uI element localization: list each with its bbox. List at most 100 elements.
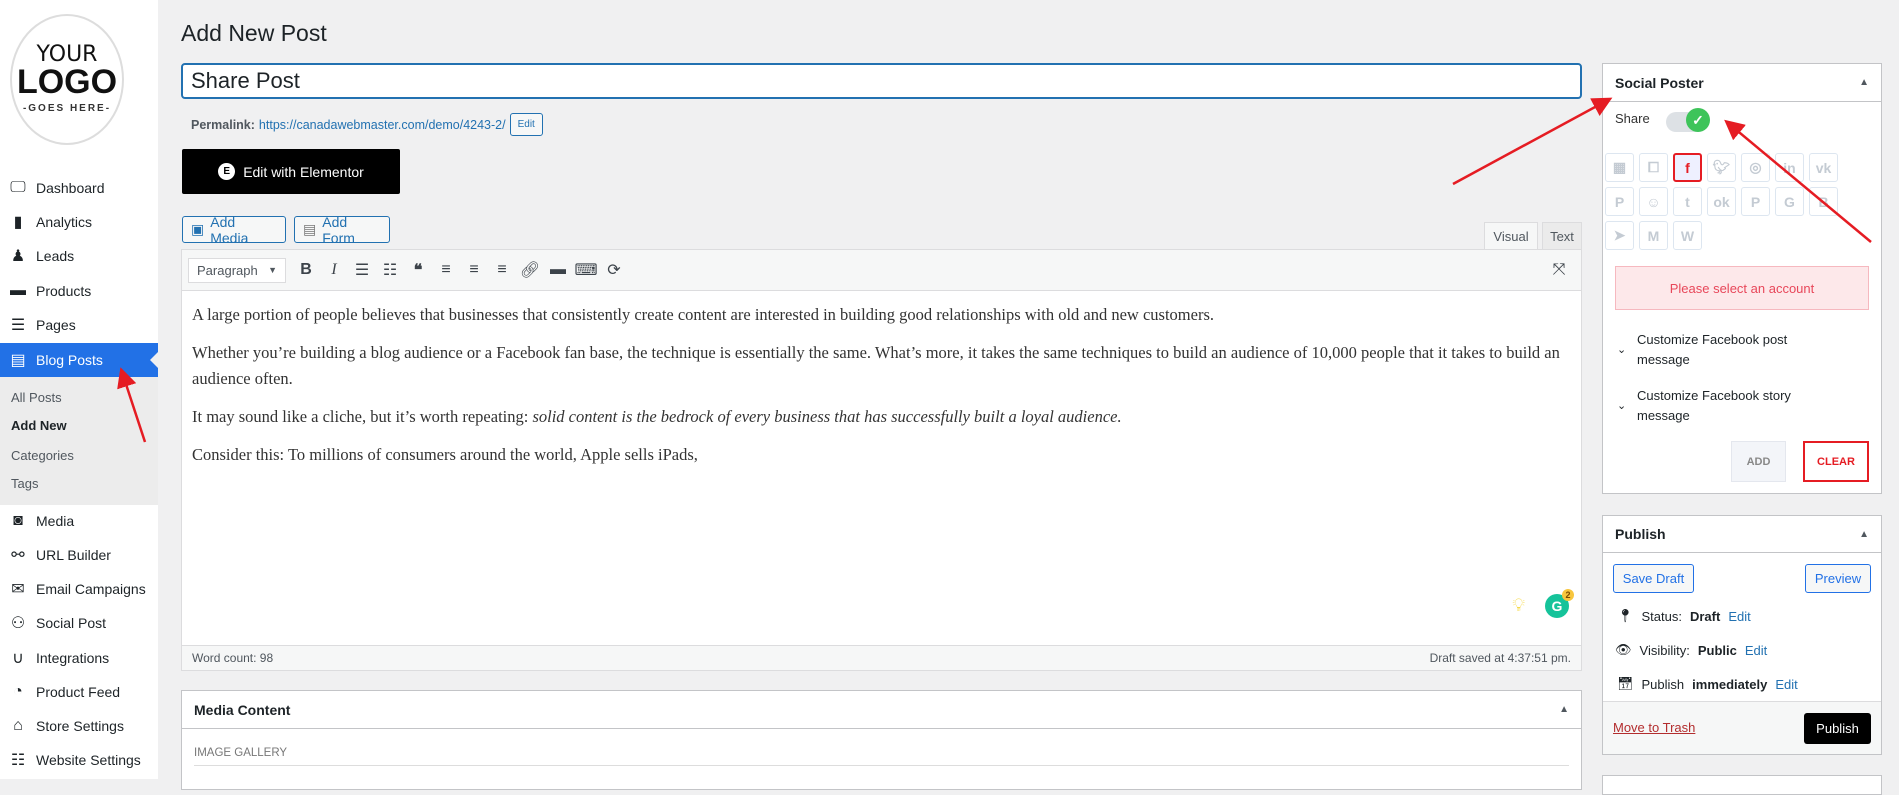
status-edit-link[interactable]: Edit [1728,609,1750,624]
twitter-icon[interactable]: 🐦︎ [1707,153,1736,182]
editor-status-bar: Word count: 98 Draft saved at 4:37:51 pm… [182,645,1581,670]
sidebar-item-label: Pages [36,317,76,333]
magnet-icon: ∪ [12,650,24,667]
schedule-edit-link[interactable]: Edit [1775,677,1797,692]
sidebar-item-label: Product Feed [36,684,121,700]
bullet-list-icon[interactable]: ☰ [348,260,376,280]
sidebar-item-analytics[interactable]: ▮ Analytics [0,206,158,238]
chevron-down-icon: ⌄ [1617,400,1627,412]
instagram-stories-icon[interactable]: ⧠ [1639,153,1668,182]
numbered-list-icon[interactable]: ☷ [376,260,404,280]
customize-post-message[interactable]: ⌄ Customize Facebook post message [1617,330,1807,370]
share-toggle[interactable]: ✓ [1666,108,1710,132]
facebook-icon[interactable]: f [1673,153,1702,182]
telegram-icon[interactable]: ➤ [1605,221,1634,250]
sidebar-item-label: URL Builder [36,547,111,563]
reddit-icon[interactable]: ☺ [1639,187,1668,216]
medium-icon[interactable]: M [1639,221,1668,250]
sidebar-item-url-builder[interactable]: ⚯ URL Builder [0,539,158,571]
draft-saved-status: Draft saved at 4:37:51 pm. [1429,651,1571,665]
sidebar-item-email-campaigns[interactable]: ✉ Email Campaigns [0,573,158,605]
align-right-icon[interactable]: ≡ [488,261,516,279]
tumblr-icon[interactable]: t [1673,187,1702,216]
sidebar-item-store-settings[interactable]: ⌂ Store Settings [0,710,158,742]
permalink-link[interactable]: https://canadawebmaster.com/demo/4243-2/ [259,118,506,132]
media-content-box: Media Content ▲ IMAGE GALLERY [181,690,1582,790]
submenu-tags[interactable]: Tags [11,476,38,491]
sidebar-item-product-feed[interactable]: ◔ Product Feed [0,676,158,708]
refresh-icon[interactable]: ⟳ [600,260,628,280]
sidebar-item-media[interactable]: ◙ Media [0,505,158,537]
sidebar-item-leads[interactable]: ♟ Leads [0,240,158,272]
instagram-icon[interactable]: ◎ [1741,153,1770,182]
sidebar-item-website-settings[interactable]: ☷ Website Settings [0,744,158,776]
sidebar-item-products[interactable]: ▬ Products [0,275,158,307]
publish-button[interactable]: Publish [1804,713,1871,744]
toolbar-toggle-icon[interactable]: ⌨ [572,260,600,280]
logo[interactable]: YOUR LOGO -GOES HERE- [10,14,124,145]
lightbulb-icon[interactable]: 💡︎ [1512,595,1525,616]
eye-icon: 👁︎ [1615,642,1632,657]
sidebar-item-blog-posts[interactable]: ▤ Blog Posts [0,343,158,377]
grammarly-icon[interactable]: G 2 [1545,589,1574,618]
check-icon: ✓ [1686,108,1710,132]
wordpress-icon[interactable]: W [1673,221,1702,250]
italic-icon[interactable]: I [320,261,348,279]
collapse-icon[interactable]: ▲ [1559,704,1569,715]
blogger-icon[interactable]: B [1809,187,1838,216]
customize-story-message[interactable]: ⌄ Customize Facebook story message [1617,386,1807,426]
collapse-icon[interactable]: ▲ [1859,529,1869,540]
vk-icon[interactable]: vk [1809,153,1838,182]
move-to-trash-link[interactable]: Move to Trash [1613,720,1695,735]
preview-button[interactable]: Preview [1805,564,1871,593]
blog-posts-submenu: All Posts Add New Categories Tags [0,377,158,505]
odnoklassniki-icon[interactable]: ok [1707,187,1736,216]
link-icon[interactable]: 🔗︎ [516,260,544,280]
submenu-add-new[interactable]: Add New [11,418,67,433]
sidebar-item-social-post[interactable]: ⚇ Social Post [0,607,158,639]
edit-with-elementor-button[interactable]: E Edit with Elementor [182,149,400,194]
tab-text[interactable]: Text [1542,222,1582,250]
sidebar-item-label: Dashboard [36,180,105,196]
add-media-button[interactable]: ▣ Add Media [182,214,286,246]
person-pin-icon: ♟ [10,248,26,265]
editor-content[interactable]: A large portion of people believes that … [192,302,1571,480]
post-title-input[interactable] [181,63,1582,99]
bold-icon[interactable]: B [292,261,320,279]
sidebar-item-label: Products [36,283,92,299]
submenu-categories[interactable]: Categories [11,448,74,463]
blockquote-icon[interactable]: ❝ [404,260,432,280]
sidebar-item-label: Store Settings [36,718,124,734]
sidebar-item-pages[interactable]: ☰ Pages [0,309,158,341]
read-more-icon[interactable]: ▬ [544,261,572,279]
add-form-button[interactable]: ▤ Add Form [294,214,390,246]
sidebar-item-label: Website Settings [36,752,141,768]
all-icon[interactable]: ▦ [1605,153,1634,182]
format-select[interactable]: Paragraph ▼ [188,257,286,283]
sidebar-item-integrations[interactable]: ∪ Integrations [0,642,158,674]
tab-visual[interactable]: Visual [1484,222,1538,250]
word-count: Word count: 98 [192,651,274,665]
publish-title: Publish [1615,526,1666,542]
next-box [1602,775,1882,795]
clear-button[interactable]: CLEAR [1803,441,1869,482]
submenu-all-posts[interactable]: All Posts [11,390,62,405]
align-center-icon[interactable]: ≡ [460,261,488,279]
sidebar-item-dashboard[interactable]: 🖵︎ Dashboard [0,172,158,204]
calendar-icon: 📅︎ [1617,676,1634,691]
monitor-icon: 🖵︎ [10,179,26,196]
add-button[interactable]: ADD [1731,441,1786,482]
save-draft-button[interactable]: Save Draft [1613,564,1694,593]
align-left-icon[interactable]: ≡ [432,261,460,279]
sidebar-item-label: Email Campaigns [36,581,146,597]
media-icon: ▣ [191,221,205,237]
visibility-edit-link[interactable]: Edit [1745,643,1767,658]
media-content-title: Media Content [194,701,291,718]
linkedin-icon[interactable]: in [1775,153,1804,182]
collapse-icon[interactable]: ▲ [1859,77,1869,88]
fullscreen-icon[interactable]: ⤧ [1545,261,1573,279]
pinterest-icon[interactable]: P [1605,187,1634,216]
plurk-icon[interactable]: P [1741,187,1770,216]
google-business-icon[interactable]: G [1775,187,1804,216]
permalink-edit-button[interactable]: Edit [509,113,543,136]
